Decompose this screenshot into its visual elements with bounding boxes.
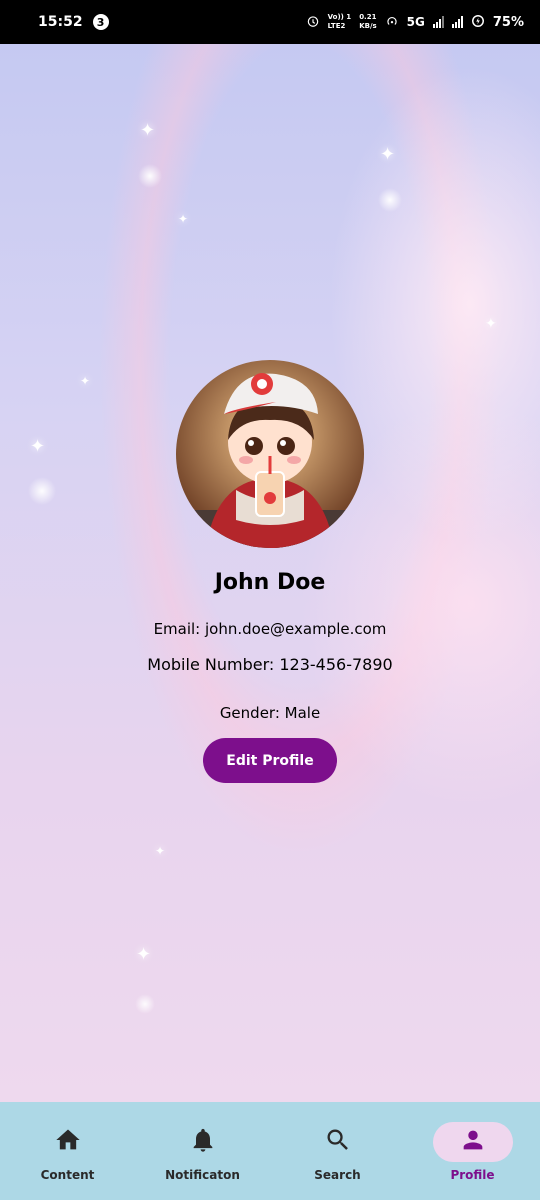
nav-item-content[interactable]: Content (0, 1102, 135, 1200)
hotspot-icon (385, 14, 399, 31)
person-icon (459, 1126, 487, 1158)
sparkle-icon: ✦ (155, 844, 166, 858)
sparkle-icon: ✦ (380, 144, 396, 165)
profile-gender: Gender: Male (219, 704, 321, 722)
profile-name: John Doe (214, 570, 326, 595)
volte-line1: Vo)) 1 (327, 13, 352, 21)
alarm-icon (306, 14, 320, 31)
nav-icon-container (163, 1122, 243, 1162)
nav-label-search: Search (314, 1168, 361, 1182)
profile-avatar (176, 360, 364, 548)
status-bar: 15:52 3 Vo)) 1 LTE2 0.21 KB/s 5G 75% (0, 0, 540, 44)
edit-profile-button[interactable]: Edit Profile (203, 738, 337, 783)
speed-value: 0.21 (359, 13, 377, 21)
signal-icon-sim2 (451, 16, 463, 28)
sparkle-icon: ✦ (140, 120, 156, 141)
signal-icon-sim1 (432, 16, 444, 28)
network-type: 5G (406, 15, 425, 29)
sparkle-icon: ✦ (136, 944, 152, 965)
search-icon (324, 1126, 352, 1158)
battery-level: 75% (492, 14, 524, 30)
home-icon (54, 1126, 82, 1158)
nav-label-content: Content (40, 1168, 95, 1182)
bottom-navigation: Content Notificaton Search Profile (0, 1102, 540, 1200)
profile-email: Email: john.doe@example.com (153, 620, 387, 638)
status-right: Vo)) 1 LTE2 0.21 KB/s 5G 75% (306, 13, 524, 31)
nav-item-search[interactable]: Search (270, 1102, 405, 1200)
volte-line2: LTE2 (327, 22, 346, 30)
network-speed: 0.21 KB/s (359, 13, 376, 31)
status-time: 15:52 (38, 14, 83, 30)
sparkle-icon: ✦ (30, 436, 46, 457)
battery-icon (471, 14, 485, 31)
sparkle-icon: ✦ (80, 374, 91, 388)
speed-unit: KB/s (359, 22, 377, 30)
nav-label-notification: Notificaton (165, 1168, 240, 1182)
nav-icon-container-active (432, 1122, 513, 1162)
profile-mobile: Mobile Number: 123-456-7890 (147, 655, 393, 674)
sparkle-icon: ✦ (485, 316, 497, 332)
status-left: 15:52 3 (38, 14, 109, 30)
nav-item-profile[interactable]: Profile (405, 1102, 540, 1200)
notification-count-badge: 3 (92, 14, 109, 30)
bell-icon (189, 1126, 217, 1158)
volte-indicator: Vo)) 1 LTE2 (328, 13, 352, 31)
nav-label-profile: Profile (450, 1168, 495, 1182)
nav-icon-container (298, 1122, 378, 1162)
nav-item-notification[interactable]: Notificaton (135, 1102, 270, 1200)
nav-icon-container (28, 1122, 108, 1162)
sparkle-icon: ✦ (178, 212, 189, 226)
